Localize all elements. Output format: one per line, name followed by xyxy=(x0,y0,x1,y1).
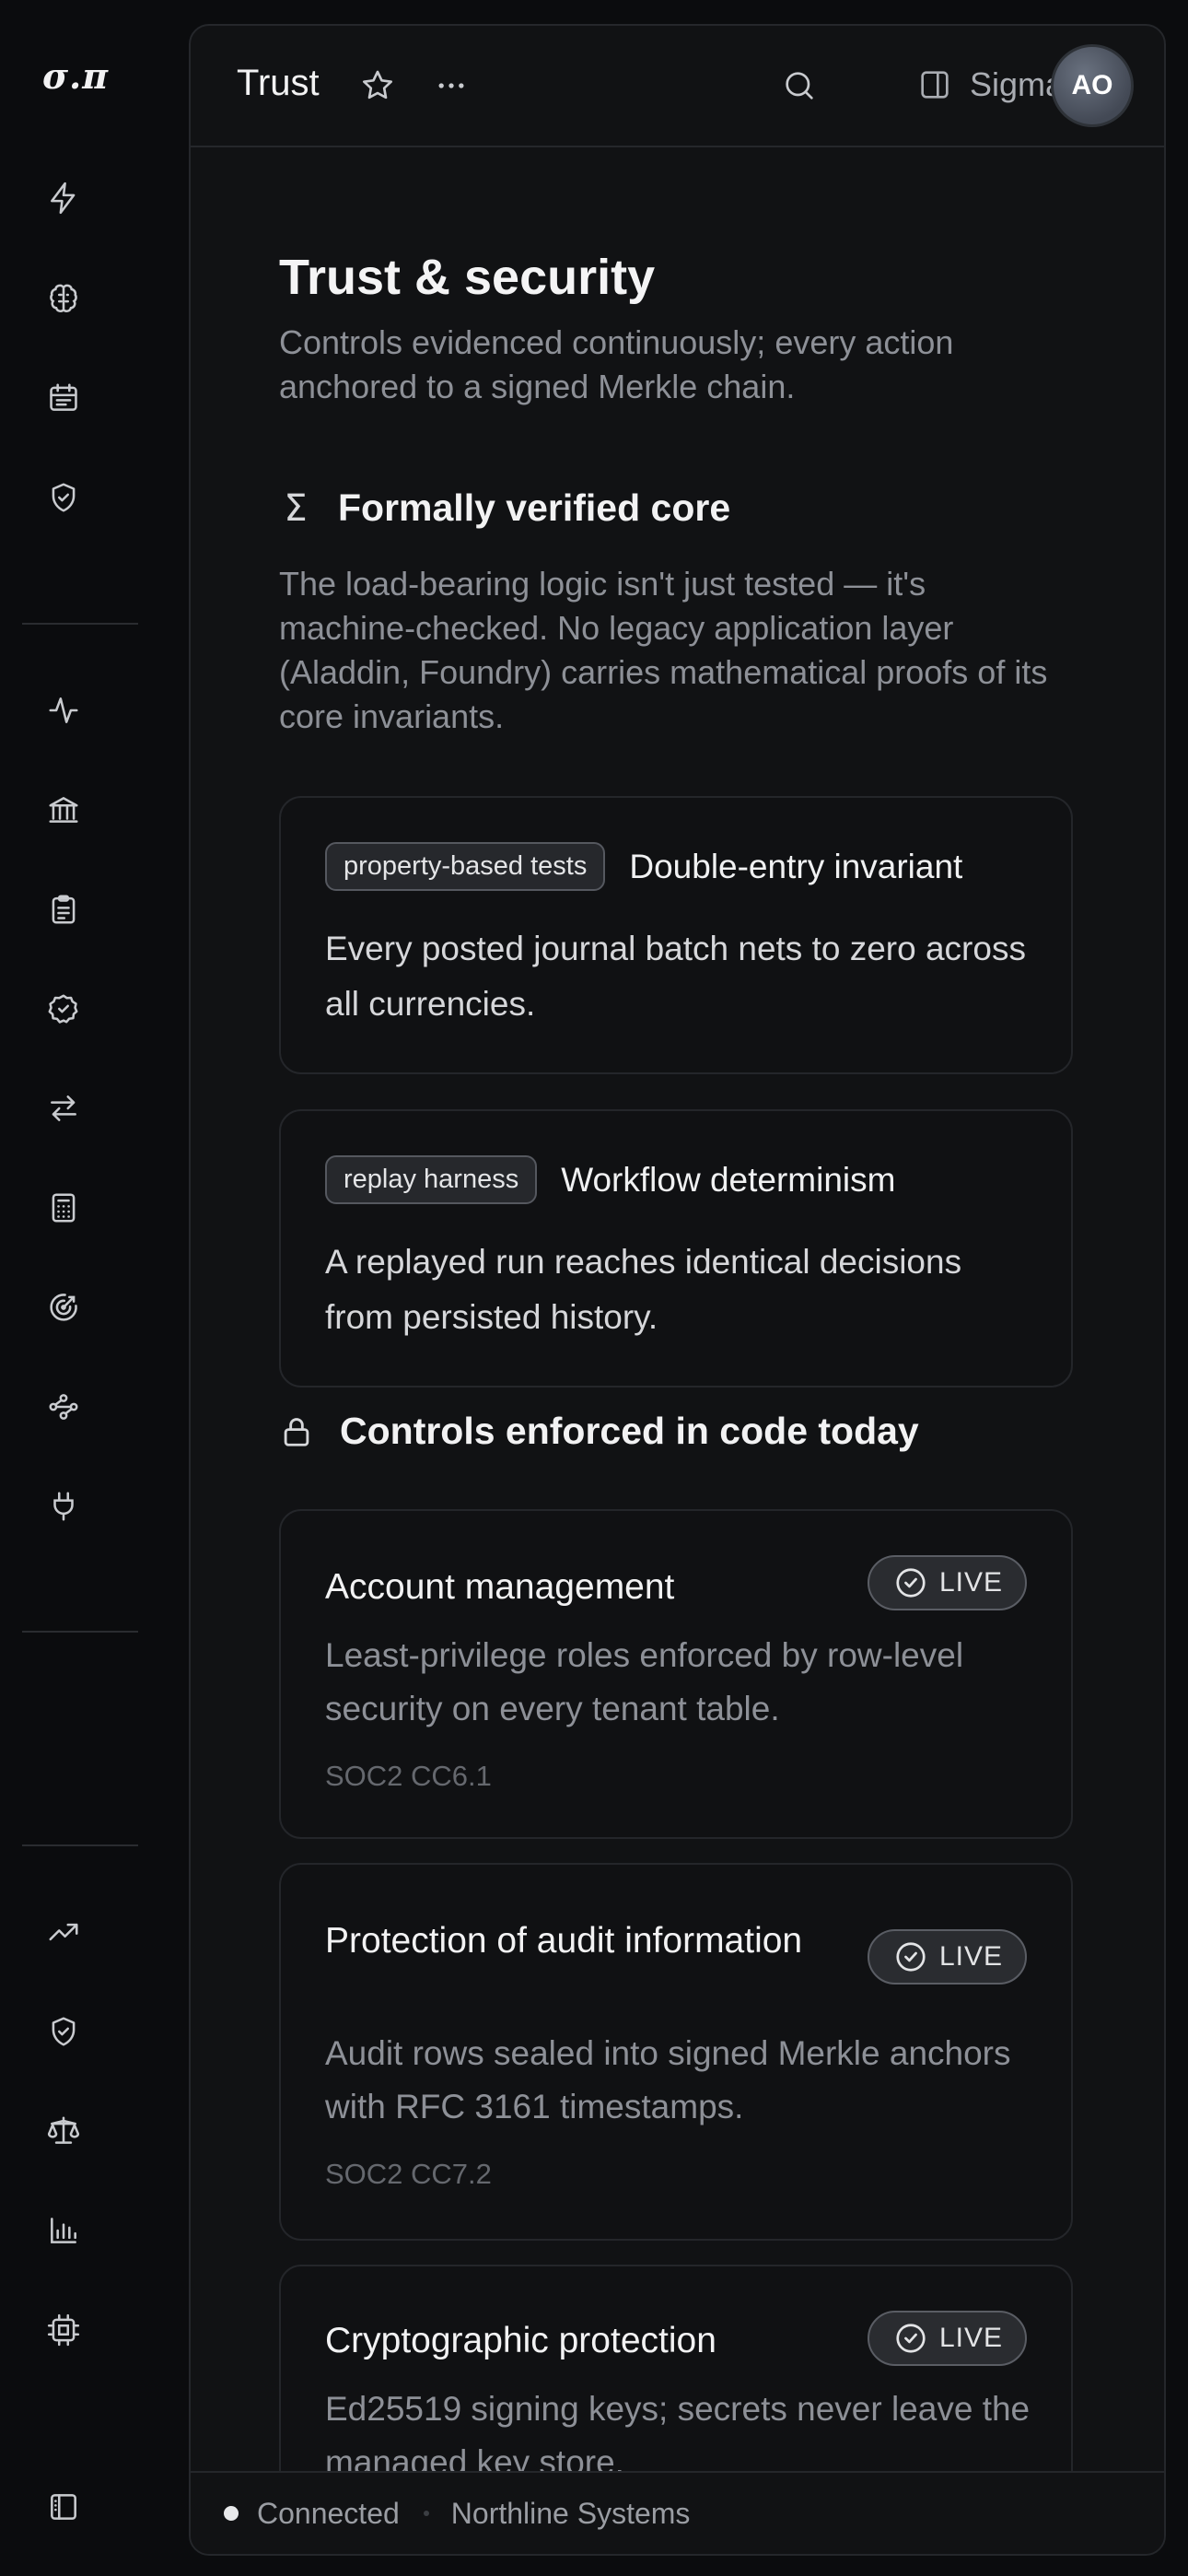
status-label: LIVE xyxy=(938,1941,1003,1972)
verification-card: replay harness Workflow determinism A re… xyxy=(279,1109,1073,1388)
check-circle-icon xyxy=(896,2324,926,2353)
rail-divider xyxy=(22,623,138,625)
bank-icon[interactable] xyxy=(37,783,90,837)
control-reference: SOC2 CC7.2 xyxy=(325,2158,492,2190)
shield-check-icon[interactable] xyxy=(37,2005,90,2058)
sigma-icon: Σ xyxy=(284,486,308,530)
bar-chart-icon[interactable] xyxy=(37,2204,90,2257)
side-panel-icon xyxy=(921,71,949,99)
check-circle-icon xyxy=(896,1568,926,1598)
control-description: Audit rows sealed into signed Merkle anc… xyxy=(325,2034,1011,2125)
status-label: LIVE xyxy=(938,2323,1003,2353)
cpu-icon[interactable] xyxy=(37,2303,90,2357)
status-bar: Connected Northline Systems xyxy=(191,2471,1164,2554)
lightning-icon[interactable] xyxy=(37,171,90,225)
invariant-label: Double-entry invariant xyxy=(629,847,963,885)
clipboard-icon[interactable] xyxy=(37,883,90,936)
status-badge: LIVE xyxy=(867,1555,1027,1610)
connection-status: Connected xyxy=(257,2496,400,2530)
control-title: Account management xyxy=(325,1567,675,1607)
app-logo[interactable]: σ.π xyxy=(42,55,134,97)
brain-icon[interactable] xyxy=(37,272,90,325)
calendar-list-icon[interactable] xyxy=(37,371,90,425)
avatar[interactable]: AO xyxy=(1051,44,1134,127)
page-subtitle: Controls evidenced continuously; every a… xyxy=(279,323,954,405)
verified-core-heading: Σ Formally verified core xyxy=(279,486,730,530)
activity-icon[interactable] xyxy=(37,684,90,737)
plug-icon[interactable] xyxy=(37,1480,90,1533)
status-badge: LIVE xyxy=(867,2311,1027,2366)
control-title: Cryptographic protection xyxy=(325,2321,716,2360)
control-reference: SOC2 CC6.1 xyxy=(325,1760,492,1792)
controls-title: Controls enforced in code today xyxy=(340,1410,919,1452)
status-label: LIVE xyxy=(938,1567,1003,1598)
workflow-icon[interactable] xyxy=(37,1380,90,1434)
top-bar: Trust Sigma AO xyxy=(191,26,1164,147)
lock-icon xyxy=(284,1417,309,1446)
control-card: Account management LIVE Least-privilege … xyxy=(279,1509,1073,1839)
check-circle-icon xyxy=(896,1942,926,1972)
rail-divider xyxy=(22,1844,138,1846)
trending-up-icon[interactable] xyxy=(37,1905,90,1959)
sigma-label: Sigma xyxy=(970,65,1065,103)
invariant-description: Every posted journal batch nets to zero … xyxy=(325,930,1026,1023)
connection-status-dot xyxy=(224,2506,239,2521)
organization-name: Northline Systems xyxy=(450,2496,691,2530)
verified-core-description: The load-bearing logic isn't just tested… xyxy=(279,565,1048,735)
method-chip: replay harness xyxy=(325,1155,538,1204)
page-header-title: Trust xyxy=(237,63,320,103)
verification-card: property-based tests Double-entry invari… xyxy=(279,796,1073,1074)
scale-icon[interactable] xyxy=(37,2104,90,2158)
separator-dot xyxy=(423,2511,429,2516)
page-title: Trust & security xyxy=(279,250,656,305)
invariant-description: A replayed run reaches identical decisio… xyxy=(325,1243,962,1336)
target-icon[interactable] xyxy=(37,1281,90,1334)
controls-heading: Controls enforced in code today xyxy=(279,1410,919,1453)
left-rail: σ.π xyxy=(0,0,190,2576)
calculator-icon[interactable] xyxy=(37,1181,90,1235)
control-title: Protection of audit information xyxy=(325,1921,803,1961)
method-chip: property-based tests xyxy=(325,842,606,891)
status-badge: LIVE xyxy=(867,1929,1027,1985)
sigma-panel-toggle[interactable]: Sigma xyxy=(916,57,1064,112)
main-panel: Trust Sigma AO Trust & security Controls… xyxy=(189,24,1166,2556)
app-root: σ.π Trust Sigma AO Trust & security Cont… xyxy=(0,0,1188,2576)
shield-check-icon[interactable] xyxy=(37,471,90,524)
star-icon[interactable] xyxy=(355,63,401,109)
control-description: Least-privilege roles enforced by row-le… xyxy=(325,1636,964,1727)
more-options-icon[interactable] xyxy=(428,63,474,109)
control-card: Protection of audit information LIVE Aud… xyxy=(279,1863,1073,2241)
search-icon[interactable] xyxy=(776,63,822,109)
verified-core-title: Formally verified core xyxy=(338,486,731,529)
arrows-swap-icon[interactable] xyxy=(37,1082,90,1135)
badge-check-icon[interactable] xyxy=(37,982,90,1036)
sidebar-toggle-icon[interactable] xyxy=(37,2480,90,2534)
invariant-label: Workflow determinism xyxy=(561,1160,896,1199)
rail-divider xyxy=(22,1631,138,1633)
